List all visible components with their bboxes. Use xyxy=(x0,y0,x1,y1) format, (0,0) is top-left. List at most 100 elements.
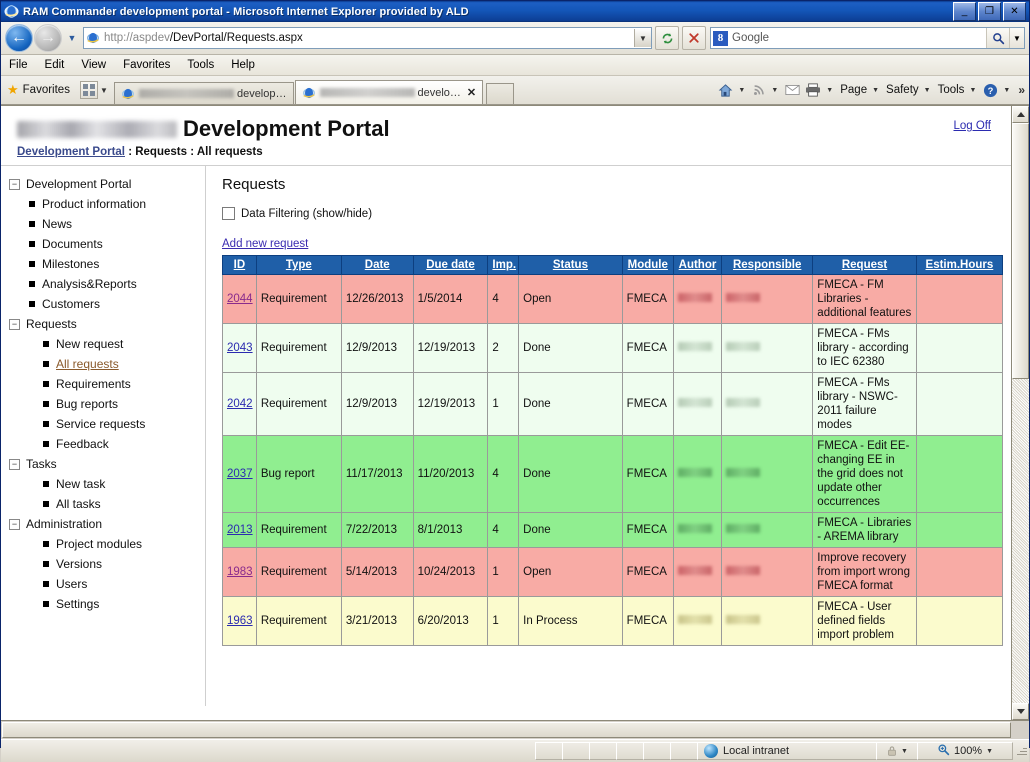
sidebar-item-service-requests[interactable]: Service requests xyxy=(1,414,205,434)
sidebar-item-tasks[interactable]: − Tasks xyxy=(1,454,205,474)
sidebar-item-new-task[interactable]: New task xyxy=(1,474,205,494)
minimize-button[interactable]: _ xyxy=(953,2,976,21)
collapse-icon[interactable]: − xyxy=(9,318,20,330)
back-button[interactable]: ← xyxy=(5,24,33,52)
menu-tools[interactable]: Tools xyxy=(187,59,214,71)
table-row[interactable]: 2042 Requirement 12/9/2013 12/19/2013 1 … xyxy=(222,372,1004,436)
add-new-request-link[interactable]: Add new request xyxy=(222,238,308,250)
forward-button[interactable]: → xyxy=(34,24,62,52)
scroll-down-button[interactable] xyxy=(1012,703,1029,720)
hscrollbar-thumb[interactable] xyxy=(2,722,1011,738)
menu-file[interactable]: File xyxy=(9,59,28,71)
cell-id[interactable]: 2044 xyxy=(222,274,257,324)
table-row[interactable]: 1983 Requirement 5/14/2013 10/24/2013 1 … xyxy=(222,547,1004,597)
table-row[interactable]: 2044 Requirement 12/26/2013 1/5/2014 4 O… xyxy=(222,274,1004,324)
page-vertical-scrollbar[interactable] xyxy=(1011,106,1029,720)
collapse-icon[interactable]: − xyxy=(9,458,20,470)
print-dropdown-icon[interactable]: ▼ xyxy=(826,87,833,94)
sidebar-item-all-tasks[interactable]: All tasks xyxy=(1,494,205,514)
table-row[interactable]: 2013 Requirement 7/22/2013 8/1/2013 4 Do… xyxy=(222,512,1004,548)
protected-mode-indicator[interactable]: ▼ xyxy=(876,742,918,760)
home-icon[interactable] xyxy=(716,83,735,98)
command-page[interactable]: Page xyxy=(838,84,869,96)
sidebar-item-customers[interactable]: Customers xyxy=(1,294,205,314)
sidebar-item-milestones[interactable]: Milestones xyxy=(1,254,205,274)
sidebar-item-analysis-reports[interactable]: Analysis&Reports xyxy=(1,274,205,294)
collapse-icon[interactable]: − xyxy=(9,518,20,530)
help-icon[interactable]: ? xyxy=(981,83,1000,98)
scrollbar-track[interactable] xyxy=(1012,379,1029,703)
printer-icon[interactable] xyxy=(803,83,823,97)
command-safety[interactable]: Safety xyxy=(884,84,921,96)
sidebar-item-requirements[interactable]: Requirements xyxy=(1,374,205,394)
scroll-up-button[interactable] xyxy=(1012,106,1029,123)
request-id-link[interactable]: 2037 xyxy=(227,468,253,480)
mail-icon[interactable] xyxy=(783,84,802,96)
cell-id[interactable]: 2043 xyxy=(222,323,257,373)
home-dropdown-icon[interactable]: ▼ xyxy=(738,87,745,94)
sidebar-item-development-portal[interactable]: − Development Portal xyxy=(1,174,205,194)
refresh-icon[interactable] xyxy=(655,26,679,50)
sidebar-item-users[interactable]: Users xyxy=(1,574,205,594)
sidebar-item-news[interactable]: News xyxy=(1,214,205,234)
zoom-indicator[interactable]: 100% ▼ xyxy=(917,742,1013,760)
request-id-link[interactable]: 1963 xyxy=(227,615,253,627)
cell-id[interactable]: 2013 xyxy=(222,512,257,548)
maximize-button[interactable]: ❐ xyxy=(978,2,1001,21)
col-header-type[interactable]: Type xyxy=(255,255,342,275)
search-input[interactable]: 8 Google ▼ xyxy=(710,27,1025,49)
request-id-link[interactable]: 2013 xyxy=(227,524,253,536)
browser-tab-2[interactable]: develo… ✕ xyxy=(294,80,484,104)
sidebar-item-administration[interactable]: − Administration xyxy=(1,514,205,534)
favorites-star-icon[interactable]: ★ xyxy=(7,82,19,98)
page-dropdown-icon[interactable]: ▼ xyxy=(872,87,879,94)
sidebar-item-bug-reports[interactable]: Bug reports xyxy=(1,394,205,414)
page-horizontal-scrollbar[interactable] xyxy=(1,720,1029,739)
address-dropdown-icon[interactable]: ▼ xyxy=(634,29,651,47)
sidebar-item-product-information[interactable]: Product information xyxy=(1,194,205,214)
address-bar-input[interactable]: http://aspdev/DevPortal/Requests.aspx ▼ xyxy=(83,27,652,49)
command-tools[interactable]: Tools xyxy=(936,84,967,96)
sidebar-item-feedback[interactable]: Feedback xyxy=(1,434,205,454)
window-resize-grip[interactable] xyxy=(1013,743,1029,759)
sidebar-item-all-requests[interactable]: All requests xyxy=(1,354,205,374)
sidebar-item-versions[interactable]: Versions xyxy=(1,554,205,574)
tab-close-icon[interactable]: ✕ xyxy=(467,86,476,99)
tools-dropdown-icon[interactable]: ▼ xyxy=(969,87,976,94)
data-filtering-checkbox[interactable] xyxy=(222,207,235,220)
sidebar-item-requests[interactable]: − Requests xyxy=(1,314,205,334)
cell-id[interactable]: 2042 xyxy=(222,372,257,436)
breadcrumb-root-link[interactable]: Development Portal xyxy=(17,146,125,158)
favorites-grid-icon[interactable] xyxy=(79,81,98,99)
search-icon[interactable] xyxy=(986,28,1009,48)
search-dropdown-icon[interactable]: ▼ xyxy=(1009,28,1024,48)
close-button[interactable]: ✕ xyxy=(1003,2,1026,21)
menu-edit[interactable]: Edit xyxy=(45,59,65,71)
collapse-icon[interactable]: − xyxy=(9,178,20,190)
command-overflow-icon[interactable]: » xyxy=(1018,83,1025,97)
scrollbar-thumb[interactable] xyxy=(1012,123,1029,379)
help-dropdown-icon[interactable]: ▼ xyxy=(1003,87,1010,94)
request-id-link[interactable]: 2043 xyxy=(227,342,253,354)
zoom-dropdown-icon[interactable]: ▼ xyxy=(986,748,993,755)
sidebar-item-documents[interactable]: Documents xyxy=(1,234,205,254)
cell-id[interactable]: 2037 xyxy=(222,435,257,513)
stop-icon[interactable] xyxy=(682,26,706,50)
menu-help[interactable]: Help xyxy=(231,59,255,71)
rss-icon[interactable] xyxy=(750,83,768,97)
cell-id[interactable]: 1963 xyxy=(222,596,257,646)
sidebar-item-project-modules[interactable]: Project modules xyxy=(1,534,205,554)
request-id-link[interactable]: 2042 xyxy=(227,398,253,410)
sidebar-item-settings[interactable]: Settings xyxy=(1,594,205,614)
safety-dropdown-icon[interactable]: ▼ xyxy=(924,87,931,94)
menu-favorites[interactable]: Favorites xyxy=(123,59,170,71)
col-header-author[interactable]: Author xyxy=(672,255,723,275)
col-header-imp[interactable]: Imp. xyxy=(487,255,520,275)
col-header-module[interactable]: Module xyxy=(621,255,674,275)
new-tab-button[interactable] xyxy=(486,83,515,104)
menu-view[interactable]: View xyxy=(81,59,106,71)
table-row[interactable]: 1963 Requirement 3/21/2013 6/20/2013 1 I… xyxy=(222,596,1004,646)
col-header-due-date[interactable]: Due date xyxy=(412,255,489,275)
request-id-link[interactable]: 1983 xyxy=(227,566,253,578)
favorites-dropdown-icon[interactable]: ▼ xyxy=(98,86,110,95)
